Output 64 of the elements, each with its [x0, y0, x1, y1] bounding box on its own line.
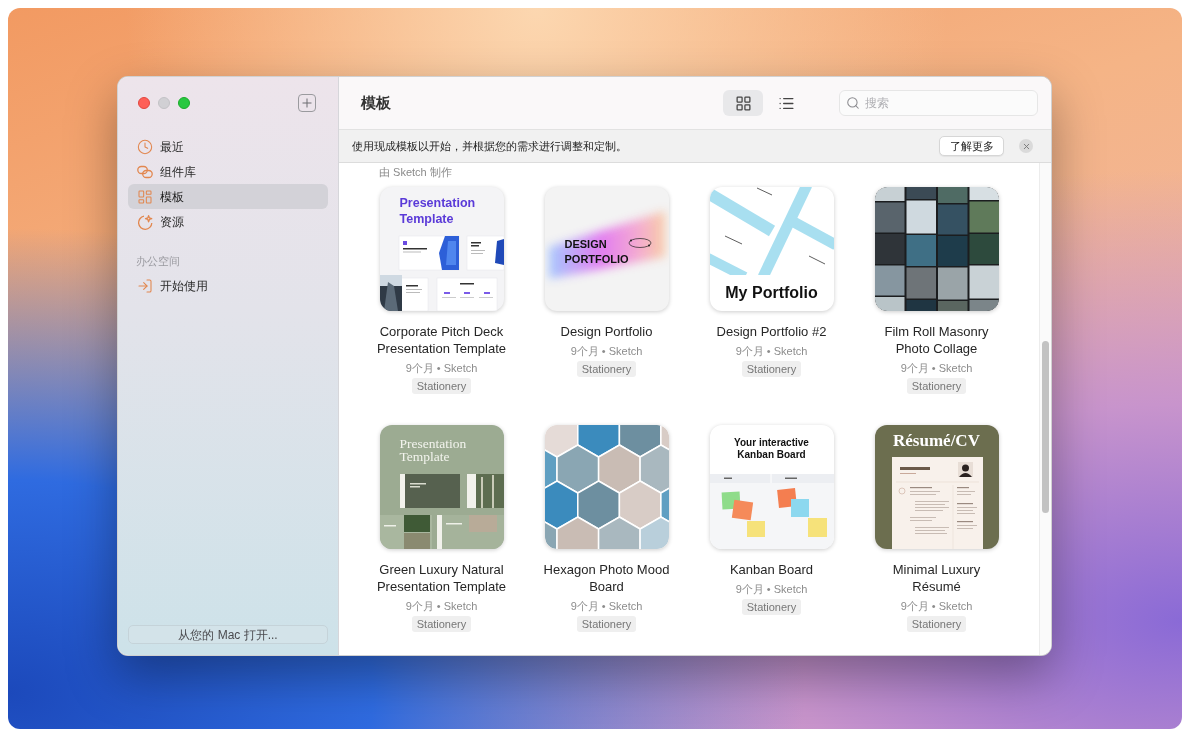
sidebar-item[interactable]: 模板: [128, 184, 328, 209]
template-tag: Stationery: [906, 378, 967, 394]
dismiss-button[interactable]: [1019, 139, 1033, 153]
page-title: 模板: [361, 92, 391, 113]
template-title: Hexagon Photo Mood Board: [542, 561, 671, 595]
scrollbar-thumb[interactable]: [1042, 341, 1049, 513]
close-icon: [1021, 141, 1031, 151]
template-thumbnail[interactable]: My Portfolio: [709, 187, 834, 311]
section-label: 由 Sketch 制作: [379, 165, 452, 179]
close-window-button[interactable]: [138, 97, 150, 109]
layout-icon: [137, 188, 153, 205]
search-icon: [846, 96, 860, 110]
template-meta: 9个月 • Sketch: [735, 582, 808, 597]
new-document-button[interactable]: [298, 94, 316, 112]
template-meta: 9个月 • Sketch: [735, 344, 808, 359]
template-tag: Stationery: [576, 616, 637, 632]
template-meta: 9个月 • Sketch: [900, 361, 973, 376]
preview-headline: Presentation Template: [399, 195, 477, 227]
template-tag: Stationery: [741, 361, 802, 377]
open-from-mac-button[interactable]: 从您的 Mac 打开...: [128, 625, 328, 644]
template-meta: 9个月 • Sketch: [900, 599, 973, 614]
template-title: Green Luxury Natural Presentation Template: [375, 561, 508, 595]
template-title: Corporate Pitch Deck Presentation Template: [375, 323, 508, 357]
template-title: Minimal Luxury Résumé: [891, 561, 982, 595]
sidebar-item[interactable]: 开始使用: [128, 273, 328, 298]
grid-icon: [734, 94, 752, 112]
enter-icon: [137, 277, 153, 294]
search-field[interactable]: 搜索: [839, 90, 1038, 116]
template-thumbnail[interactable]: Your interactive Kanban Board: [709, 425, 834, 549]
sidebar-item[interactable]: 最近: [128, 134, 328, 159]
preview-headline: Presentation Template: [399, 437, 468, 463]
zoom-window-button[interactable]: [178, 97, 190, 109]
plus-icon: [300, 96, 314, 110]
learn-more-button[interactable]: 了解更多: [939, 136, 1004, 156]
preview-headline: DESIGN PORTFOLIO: [564, 237, 630, 267]
template-thumbnail[interactable]: Presentation Template: [379, 187, 504, 311]
template-meta: 9个月 • Sketch: [405, 599, 478, 614]
preview-headline: My Portfolio: [725, 283, 818, 303]
section-heading: 办公空间: [136, 253, 180, 269]
template-tag: Stationery: [411, 616, 472, 632]
template-tag: Stationery: [741, 599, 802, 615]
preview-headline: Your interactive Kanban Board: [733, 437, 810, 461]
template-meta: 9个月 • Sketch: [405, 361, 478, 376]
linked-shapes-icon: [137, 163, 153, 180]
banner-text: 使用现成模板以开始，并根据您的需求进行调整和定制。: [352, 138, 627, 154]
sparkle-icon: [137, 213, 153, 230]
template-title: Film Roll Masonry Photo Collage: [883, 323, 990, 357]
grid-view-button[interactable]: [723, 90, 763, 116]
template-title: Kanban Board: [728, 561, 815, 578]
template-title: Design Portfolio #2: [715, 323, 828, 340]
sidebar-item[interactable]: 组件库: [128, 159, 328, 184]
template-tag: Stationery: [411, 378, 472, 394]
hexagon-collage-thumbnail[interactable]: [544, 425, 669, 549]
preview-headline: Résumé/CV: [893, 431, 980, 451]
template-tag: Stationery: [906, 616, 967, 632]
sidebar-item[interactable]: 资源: [128, 209, 328, 234]
template-title: Design Portfolio: [559, 323, 654, 340]
photo-collage-thumbnail[interactable]: [874, 187, 999, 311]
template-tag: Stationery: [576, 361, 637, 377]
clock-icon: [137, 138, 153, 155]
template-meta: 9个月 • Sketch: [570, 599, 643, 614]
template-meta: 9个月 • Sketch: [570, 344, 643, 359]
template-thumbnail[interactable]: Résumé/CV: [874, 425, 999, 549]
template-thumbnail[interactable]: DESIGN PORTFOLIO: [544, 187, 669, 311]
